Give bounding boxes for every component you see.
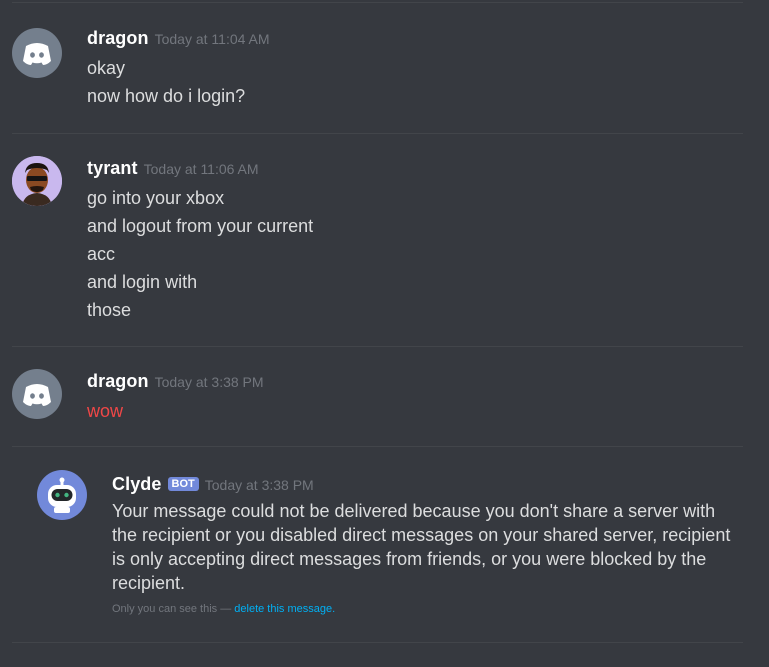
timestamp: Today at 3:38 PM <box>154 374 264 390</box>
timestamp: Today at 3:38 PM <box>204 477 314 493</box>
username[interactable]: dragon <box>87 28 149 48</box>
message-header: tyrant Today at 11:06 AM <box>87 158 259 179</box>
discord-logo-icon[interactable] <box>12 28 62 78</box>
failed-message-line: wow <box>87 401 124 421</box>
message-line: and login with <box>87 272 198 292</box>
message-header: dragon Today at 3:38 PM <box>87 371 264 392</box>
message-content: okay now how do i login? <box>87 54 245 110</box>
message-line: okay <box>87 58 126 78</box>
message-content: wow <box>87 397 123 425</box>
timestamp: Today at 11:06 AM <box>143 161 259 177</box>
username[interactable]: dragon <box>87 371 149 391</box>
robot-icon[interactable] <box>37 470 87 520</box>
message-line: go into your xbox <box>87 188 225 208</box>
system-message-text: Your message could not be delivered beca… <box>112 501 731 593</box>
message-line: acc <box>87 244 116 264</box>
timestamp: Today at 11:04 AM <box>154 31 270 47</box>
message-divider <box>12 642 743 643</box>
delete-message-link[interactable]: delete this message. <box>234 603 335 615</box>
username[interactable]: Clyde <box>112 474 162 494</box>
message-divider <box>12 133 743 134</box>
message-line: those <box>87 300 132 320</box>
bot-badge: BOT <box>167 477 199 491</box>
username[interactable]: tyrant <box>87 158 138 178</box>
message-divider <box>12 346 743 347</box>
user-portrait-icon[interactable] <box>12 156 62 206</box>
message-line: and logout from your current <box>87 216 314 236</box>
message-divider <box>12 2 743 3</box>
message-content: go into your xbox and logout from your c… <box>87 184 313 324</box>
notice-text: Only you can see this — <box>112 603 235 615</box>
message-divider <box>12 446 743 447</box>
ephemeral-notice: Only you can see this — delete this mess… <box>112 603 335 615</box>
message-line: now how do i login? <box>87 86 246 106</box>
discord-logo-icon[interactable] <box>12 369 62 419</box>
message-header: Clyde BOT Today at 3:38 PM <box>112 474 314 495</box>
chat-log: dragon Today at 11:04 AM okay now how do … <box>0 0 769 667</box>
message-header: dragon Today at 11:04 AM <box>87 28 270 49</box>
